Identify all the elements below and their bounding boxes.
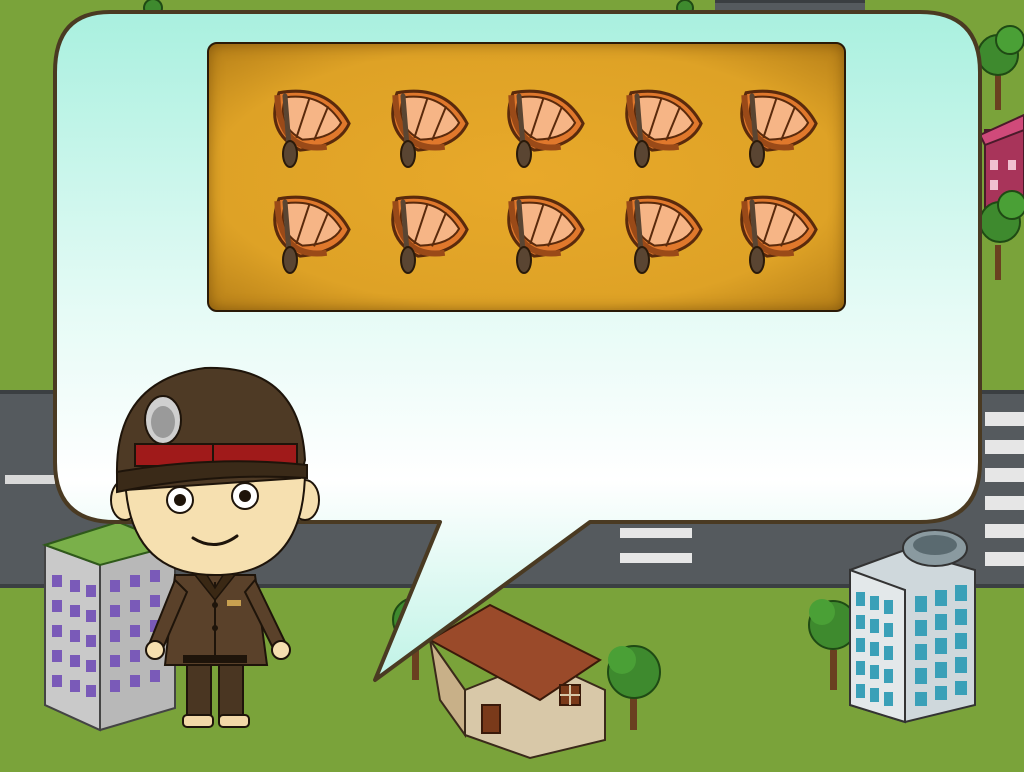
rowboat-icon[interactable] <box>714 66 824 176</box>
rowboat-svg <box>391 195 469 274</box>
rowboat-svg <box>507 195 585 274</box>
rowboat-svg <box>740 195 818 274</box>
rowboat-icon[interactable] <box>365 172 475 282</box>
rowboat-icon[interactable] <box>481 172 591 282</box>
rowboat-icon[interactable] <box>365 66 475 176</box>
rowboat-svg <box>625 89 703 168</box>
rowboat-svg <box>391 89 469 168</box>
rowboat-icon[interactable] <box>247 66 357 176</box>
rowboat-svg <box>273 195 351 274</box>
rowboat-svg <box>740 89 818 168</box>
rowboat-icon[interactable] <box>599 66 709 176</box>
rowboat-icon[interactable] <box>481 66 591 176</box>
rowboat-svg <box>625 195 703 274</box>
rowboat-svg <box>507 89 585 168</box>
boat-grid <box>209 44 844 310</box>
rowboat-icon[interactable] <box>714 172 824 282</box>
police-officer-icon <box>110 366 320 728</box>
counting-board <box>207 42 846 312</box>
rowboat-icon[interactable] <box>247 172 357 282</box>
rowboat-icon[interactable] <box>599 172 709 282</box>
rowboat-svg <box>273 89 351 168</box>
